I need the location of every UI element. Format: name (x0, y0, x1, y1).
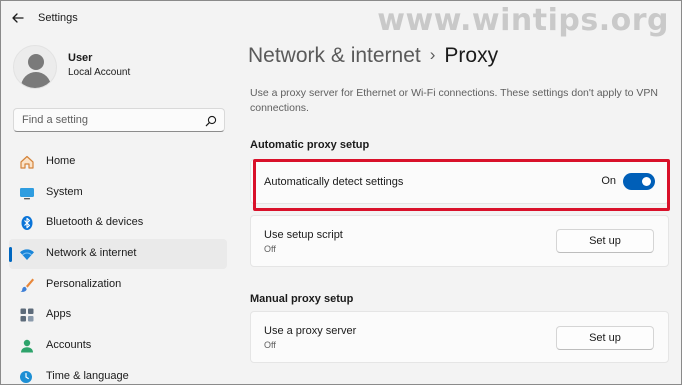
bluetooth-icon (19, 215, 35, 231)
sidebar-item-label: Accounts (46, 339, 92, 352)
user-name: User (68, 52, 93, 64)
system-icon (19, 185, 35, 201)
proxy-server-label: Use a proxy server (264, 325, 357, 337)
sidebar-item-label: System (46, 185, 83, 198)
title-bar: Settings www.wintips.org (1, 1, 681, 38)
proxy-server-status: Off (264, 340, 276, 350)
sidebar: User Local Account Find a setting Home S… (1, 35, 233, 385)
search-input[interactable]: Find a setting (13, 108, 225, 132)
settings-window: Settings www.wintips.org User Local Acco… (0, 0, 682, 385)
back-arrow-icon[interactable] (9, 9, 27, 27)
search-icon[interactable] (205, 114, 217, 127)
page-description: Use a proxy server for Ethernet or Wi-Fi… (250, 87, 658, 114)
sidebar-item-label: Personalization (46, 277, 122, 290)
personalization-icon (19, 277, 35, 293)
home-icon (19, 154, 35, 170)
sidebar-item-home[interactable]: Home (9, 147, 227, 177)
breadcrumb-separator: › (429, 45, 436, 64)
sidebar-item-label: Bluetooth & devices (46, 216, 144, 229)
section-title-manual: Manual proxy setup (250, 293, 354, 305)
window-title: Settings (38, 12, 78, 24)
page-title: Proxy (444, 44, 499, 67)
sidebar-item-apps[interactable]: Apps (9, 300, 227, 330)
search-placeholder: Find a setting (22, 114, 89, 126)
sidebar-item-personalization[interactable]: Personalization (9, 270, 227, 300)
setup-script-status: Off (264, 244, 276, 254)
time-language-icon (19, 369, 35, 385)
breadcrumb: Network & internet › Proxy (248, 44, 498, 68)
watermark: www.wintips.org (377, 3, 669, 38)
sidebar-item-label: Time & language (46, 369, 129, 382)
setup-script-button[interactable]: Set up (556, 229, 654, 253)
user-profile[interactable]: User Local Account (13, 45, 223, 93)
sidebar-item-label: Home (46, 155, 76, 167)
sidebar-item-label: Network & internet (46, 247, 137, 260)
sidebar-item-label: Apps (46, 308, 72, 321)
breadcrumb-parent[interactable]: Network & internet (248, 44, 421, 67)
proxy-server-card: Use a proxy server Off Set up (250, 311, 669, 363)
nav-list: Home System Bluetooth & devices Network … (9, 147, 227, 385)
network-icon (19, 246, 35, 262)
sidebar-item-system[interactable]: System (9, 178, 227, 208)
account-type: Local Account (68, 67, 131, 78)
avatar (13, 45, 57, 89)
setup-script-label: Use setup script (264, 229, 343, 241)
proxy-setup-button[interactable]: Set up (556, 326, 654, 350)
sidebar-item-network[interactable]: Network & internet (9, 239, 227, 270)
accounts-icon (19, 338, 35, 354)
sidebar-item-time-language[interactable]: Time & language (9, 362, 227, 385)
apps-icon (19, 307, 35, 323)
section-title-automatic: Automatic proxy setup (250, 139, 370, 151)
setup-script-card: Use setup script Off Set up (250, 215, 669, 267)
sidebar-item-bluetooth[interactable]: Bluetooth & devices (9, 208, 227, 238)
sidebar-item-accounts[interactable]: Accounts (9, 331, 227, 361)
highlight-box (253, 159, 670, 211)
